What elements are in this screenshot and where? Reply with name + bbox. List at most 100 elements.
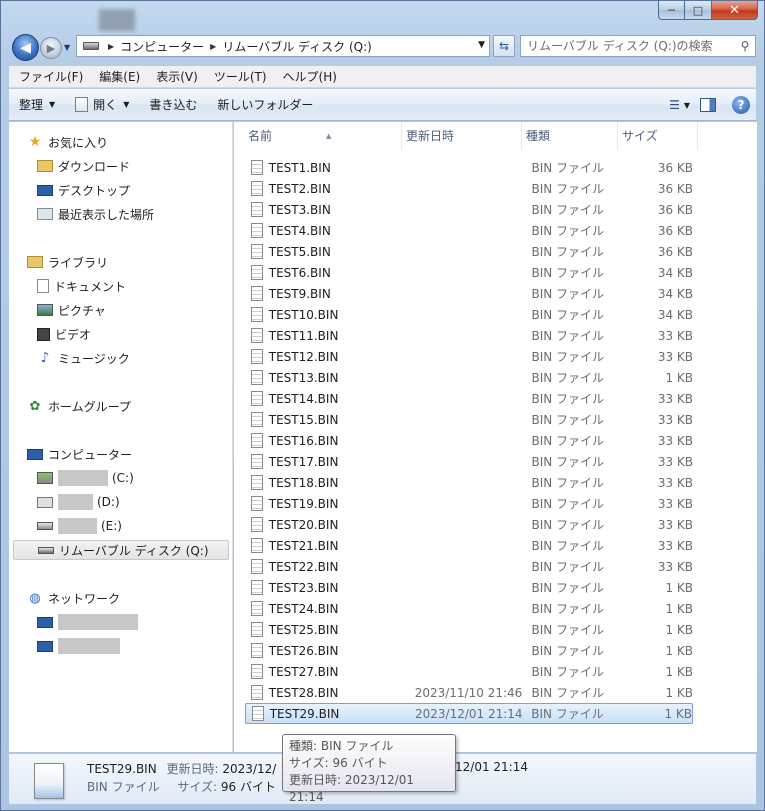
library-icon: [27, 256, 43, 268]
blurred-title-area: [99, 9, 135, 31]
view-options-icon[interactable]: ☰: [669, 98, 680, 112]
chevron-right-icon[interactable]: ▶: [210, 42, 216, 51]
file-row[interactable]: TEST10.BIN BIN ファイル 34 KB: [245, 304, 693, 325]
menu-file[interactable]: ファイル(F): [11, 67, 91, 87]
file-size: 33 KB: [657, 433, 694, 448]
file-icon: [252, 706, 264, 721]
address-bar[interactable]: ▶ コンピューター ▶ リムーバブル ディスク (Q:) ▼: [76, 35, 490, 57]
file-row[interactable]: TEST5.BIN BIN ファイル 36 KB: [245, 241, 693, 262]
menu-edit[interactable]: 編集(E): [91, 67, 148, 87]
address-dropdown-icon[interactable]: ▼: [478, 40, 485, 50]
nav-pictures[interactable]: ピクチャ: [37, 300, 106, 320]
menu-tools[interactable]: ツール(T): [206, 67, 275, 87]
file-row[interactable]: TEST18.BIN BIN ファイル 33 KB: [245, 472, 693, 493]
chevron-down-icon[interactable]: ▼: [684, 101, 690, 110]
nav-documents[interactable]: ドキュメント: [37, 276, 126, 296]
search-icon[interactable]: ⚲: [735, 39, 755, 53]
column-header-date[interactable]: 更新日時: [402, 122, 522, 150]
file-row[interactable]: TEST19.BIN BIN ファイル 33 KB: [245, 493, 693, 514]
maximize-button[interactable]: □: [685, 1, 712, 20]
redacted-label: [58, 518, 97, 534]
new-folder-button[interactable]: 新しいフォルダー: [207, 92, 323, 118]
details-modified-tail: 12/01 21:14: [455, 760, 528, 774]
back-button[interactable]: ◀: [12, 34, 39, 61]
file-row[interactable]: TEST13.BIN BIN ファイル 1 KB: [245, 367, 693, 388]
nav-desktop[interactable]: デスクトップ: [37, 180, 130, 200]
nav-homegroup[interactable]: ✿ ホームグループ: [27, 396, 131, 416]
file-info-tooltip: 種類: BIN ファイル サイズ: 96 バイト 更新日時: 2023/12/0…: [282, 734, 456, 804]
file-size: 36 KB: [657, 202, 694, 217]
file-row[interactable]: TEST17.BIN BIN ファイル 33 KB: [245, 451, 693, 472]
column-header-name[interactable]: 名前 ▲: [244, 122, 402, 150]
menu-help[interactable]: ヘルプ(H): [275, 67, 345, 87]
file-row[interactable]: TEST28.BIN 2023/11/10 21:46 BIN ファイル 1 KB: [245, 682, 693, 703]
close-button[interactable]: ✕: [712, 1, 758, 20]
nav-label: お気に入り: [48, 135, 109, 150]
nav-drive-e[interactable]: (E:): [37, 516, 122, 536]
nav-removable-disk[interactable]: リムーバブル ディスク (Q:): [13, 540, 229, 560]
nav-downloads[interactable]: ダウンロード: [37, 156, 130, 176]
column-header-type[interactable]: 種類: [522, 122, 618, 150]
minimize-button[interactable]: ─: [658, 1, 685, 20]
file-row[interactable]: TEST24.BIN BIN ファイル 1 KB: [245, 598, 693, 619]
file-row[interactable]: TEST6.BIN BIN ファイル 34 KB: [245, 262, 693, 283]
menu-view[interactable]: 表示(V): [148, 67, 206, 87]
nav-label: ホームグループ: [48, 399, 131, 414]
chevron-right-icon[interactable]: ▶: [108, 42, 114, 51]
nav-videos[interactable]: ビデオ: [37, 324, 91, 344]
file-row[interactable]: TEST3.BIN BIN ファイル 36 KB: [245, 199, 693, 220]
nav-network-pc-1[interactable]: [37, 612, 142, 632]
nav-music[interactable]: ♪ ミュージック: [37, 348, 130, 368]
file-name: TEST13.BIN: [268, 370, 339, 385]
file-row[interactable]: TEST16.BIN BIN ファイル 33 KB: [245, 430, 693, 451]
help-icon[interactable]: ?: [732, 96, 750, 114]
search-input[interactable]: [521, 39, 735, 53]
chevron-down-icon: ▼: [123, 100, 130, 109]
file-row[interactable]: TEST20.BIN BIN ファイル 33 KB: [245, 514, 693, 535]
nav-drive-d[interactable]: (D:): [37, 492, 120, 512]
file-row[interactable]: TEST27.BIN BIN ファイル 1 KB: [245, 661, 693, 682]
removable-drive-icon: [38, 546, 54, 554]
open-button[interactable]: 開く ▼: [65, 92, 139, 118]
file-row[interactable]: TEST21.BIN BIN ファイル 33 KB: [245, 535, 693, 556]
file-row[interactable]: TEST9.BIN BIN ファイル 34 KB: [245, 283, 693, 304]
nav-favorites[interactable]: ★ お気に入り: [27, 132, 108, 152]
redacted-label: [58, 494, 93, 510]
file-row[interactable]: TEST12.BIN BIN ファイル 33 KB: [245, 346, 693, 367]
nav-computer[interactable]: コンピューター: [27, 444, 132, 464]
nav-libraries[interactable]: ライブラリ: [27, 252, 108, 272]
nav-network-pc-2[interactable]: [37, 636, 124, 656]
recent-pages-dropdown[interactable]: ▼: [64, 43, 70, 52]
system-drive-icon: [37, 472, 53, 484]
refresh-button[interactable]: ⇆: [493, 35, 515, 57]
breadcrumb-removable-disk[interactable]: リムーバブル ディスク (Q:): [222, 38, 372, 55]
file-size: 33 KB: [657, 475, 694, 490]
file-row[interactable]: TEST11.BIN BIN ファイル 33 KB: [245, 325, 693, 346]
file-row[interactable]: TEST1.BIN BIN ファイル 36 KB: [245, 157, 693, 178]
organize-button[interactable]: 整理 ▼: [9, 92, 65, 118]
nav-network[interactable]: ◍ ネットワーク: [27, 588, 120, 608]
preview-pane-icon[interactable]: [700, 98, 716, 112]
file-row[interactable]: TEST23.BIN BIN ファイル 1 KB: [245, 577, 693, 598]
file-size: 1 KB: [665, 622, 694, 637]
file-row[interactable]: TEST25.BIN BIN ファイル 1 KB: [245, 619, 693, 640]
burn-button[interactable]: 書き込む: [139, 92, 207, 118]
nav-recent-places[interactable]: 最近表示した場所: [37, 204, 154, 224]
file-row[interactable]: TEST26.BIN BIN ファイル 1 KB: [245, 640, 693, 661]
file-type: BIN ファイル: [531, 413, 605, 427]
search-box[interactable]: ⚲: [520, 35, 756, 57]
file-row[interactable]: TEST14.BIN BIN ファイル 33 KB: [245, 388, 693, 409]
column-header-size[interactable]: サイズ: [618, 122, 698, 150]
file-icon: [251, 475, 263, 490]
file-row[interactable]: TEST2.BIN BIN ファイル 36 KB: [245, 178, 693, 199]
file-row[interactable]: TEST4.BIN BIN ファイル 36 KB: [245, 220, 693, 241]
navigation-pane: ★ お気に入り ダウンロード デスクトップ 最近表示した場所 ライブラリ ドキュ…: [9, 122, 233, 752]
forward-button[interactable]: ▶: [40, 37, 62, 59]
file-type: BIN ファイル: [531, 266, 605, 280]
breadcrumb-computer[interactable]: コンピューター: [120, 38, 204, 55]
file-row[interactable]: TEST29.BIN 2023/12/01 21:14 BIN ファイル 1 KB: [245, 703, 693, 724]
file-row[interactable]: TEST22.BIN BIN ファイル 33 KB: [245, 556, 693, 577]
nav-label: ダウンロード: [58, 159, 131, 174]
file-row[interactable]: TEST15.BIN BIN ファイル 33 KB: [245, 409, 693, 430]
nav-drive-c[interactable]: (C:): [37, 468, 134, 488]
